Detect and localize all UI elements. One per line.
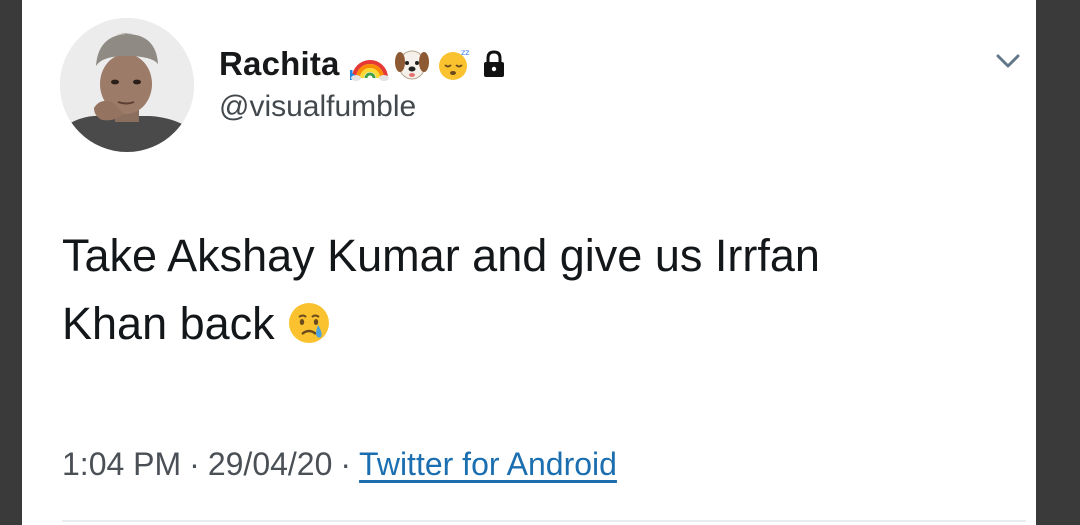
lock-icon (480, 48, 508, 80)
user-name-row: Rachita zz (219, 44, 508, 84)
display-name[interactable]: Rachita (219, 45, 340, 83)
dog-face-emoji-icon (392, 46, 432, 82)
tweet-card: Rachita zz @visualfumble Take Akshay Kum… (22, 0, 1036, 525)
sleepy-face-emoji-icon: zz (434, 46, 474, 82)
name-badges: zz (349, 46, 508, 82)
user-handle[interactable]: @visualfumble (219, 90, 416, 124)
tweet-text: Take Akshay Kumar and give us Irrfan Kha… (62, 222, 1022, 358)
meta-separator-2: · (340, 446, 352, 482)
tweet-date[interactable]: 29/04/20 (208, 446, 333, 482)
svg-text:zz: zz (461, 48, 469, 57)
meta-separator: · (189, 446, 200, 482)
crying-face-emoji-icon (285, 299, 333, 347)
tweet-text-line-2-text: Khan back (62, 298, 275, 349)
avatar[interactable] (60, 18, 194, 152)
rainbow-emoji-icon (349, 46, 390, 82)
tweet-source-link[interactable]: Twitter for Android (359, 446, 617, 482)
divider (62, 520, 1026, 522)
tweet-text-line-1: Take Akshay Kumar and give us Irrfan (62, 230, 820, 281)
tweet-meta: 1:04 PM · 29/04/20 · Twitter for Android (62, 446, 617, 483)
chevron-down-icon[interactable] (992, 50, 1024, 74)
tweet-time[interactable]: 1:04 PM (62, 446, 181, 482)
tweet-text-line-2: Khan back (62, 290, 1022, 358)
